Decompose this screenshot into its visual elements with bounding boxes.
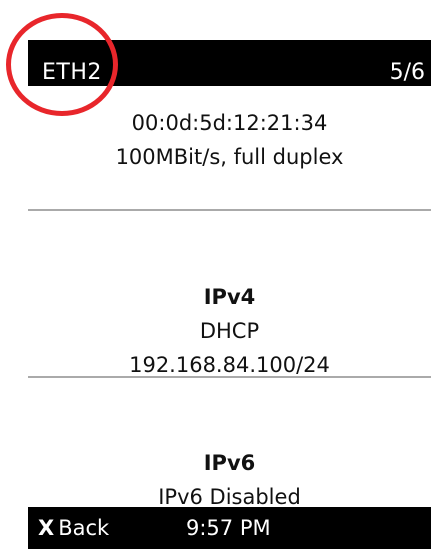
link-info-section: 00:0d:5d:12:21:34 100MBit/s, full duplex: [28, 106, 431, 174]
page-indicator: 5/6: [389, 60, 425, 85]
clock: 9:57 PM: [186, 516, 271, 540]
mac-address: 00:0d:5d:12:21:34: [131, 111, 328, 135]
highlight-circle: [6, 13, 118, 116]
divider: [28, 209, 431, 211]
ipv6-heading: IPv6: [203, 451, 256, 475]
device-screen: ETH2 5/6 00:0d:5d:12:21:34 100MBit/s, fu…: [28, 40, 431, 549]
close-icon: X: [38, 516, 55, 540]
ipv6-section: IPv6 IPv6 Disabled: [28, 446, 431, 514]
status-bar: X Back 9:57 PM: [28, 507, 431, 549]
back-button[interactable]: X Back: [38, 515, 109, 541]
link-speed: 100MBit/s, full duplex: [115, 145, 344, 169]
ipv4-heading: IPv4: [203, 285, 256, 309]
ipv4-mode: DHCP: [199, 319, 260, 343]
ipv4-section: IPv4 DHCP 192.168.84.100/24: [28, 280, 431, 382]
back-label: Back: [58, 516, 110, 540]
divider: [28, 376, 431, 378]
